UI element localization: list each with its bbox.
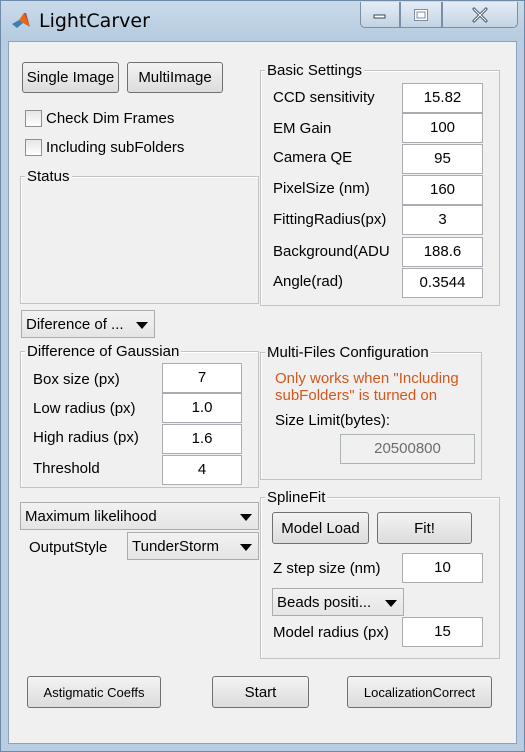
minimize-button[interactable] <box>360 2 400 28</box>
detection-method-dropdown[interactable]: Diference of ... <box>21 310 155 338</box>
ccd-sensitivity-label: CCD sensitivity <box>273 89 375 106</box>
including-subfolders-checkbox[interactable] <box>25 139 42 156</box>
splinefit-title: SplineFit <box>265 489 328 506</box>
ccd-sensitivity-input[interactable]: 15.82 <box>402 83 483 113</box>
output-style-dropdown[interactable]: TunderStorm <box>127 532 259 560</box>
angle-input[interactable]: 0.3544 <box>402 268 483 298</box>
close-icon <box>472 7 488 22</box>
camera-qe-input[interactable]: 95 <box>402 144 483 174</box>
localization-correct-button[interactable]: LocalizationCorrect <box>347 676 492 708</box>
start-button[interactable]: Start <box>212 676 309 708</box>
z-step-size-input[interactable]: 10 <box>402 553 483 583</box>
multi-image-button[interactable]: MultiImage <box>127 62 223 93</box>
fit-button[interactable]: Fit! <box>377 512 472 544</box>
background-label: Background(ADU <box>273 243 390 260</box>
em-gain-input[interactable]: 100 <box>402 113 483 143</box>
model-radius-label: Model radius (px) <box>273 624 389 641</box>
box-size-input[interactable]: 7 <box>162 363 242 393</box>
model-load-button[interactable]: Model Load <box>272 512 369 544</box>
pixel-size-label: PixelSize (nm) <box>273 180 370 197</box>
beads-position-dropdown[interactable]: Beads positi... <box>272 588 404 616</box>
main-panel: Single Image MultiImage Check Dim Frames… <box>8 41 517 744</box>
pixel-size-input[interactable]: 160 <box>402 175 483 205</box>
app-window: LightCarver Single Image MultiImage Chec… <box>0 0 525 752</box>
dog-title: Difference of Gaussian <box>25 343 182 360</box>
astigmatic-coeffs-button[interactable]: Astigmatic Coeffs <box>27 676 161 708</box>
check-dim-frames-label: Check Dim Frames <box>46 110 175 127</box>
maximize-button[interactable] <box>400 2 442 28</box>
threshold-label: Threshold <box>33 460 100 477</box>
output-style-label: OutputStyle <box>29 539 108 556</box>
box-size-label: Box size (px) <box>33 371 120 388</box>
status-title: Status <box>25 168 72 185</box>
single-image-button[interactable]: Single Image <box>22 62 119 93</box>
minimize-icon <box>373 14 386 18</box>
multi-files-note-line2: subFolders" is turned on <box>275 387 438 404</box>
title-bar[interactable]: LightCarver <box>1 1 524 41</box>
including-subfolders-label: Including subFolders <box>46 139 185 156</box>
chevron-down-icon <box>136 322 148 329</box>
high-radius-label: High radius (px) <box>33 429 139 446</box>
model-radius-input[interactable]: 15 <box>402 617 483 647</box>
z-step-size-label: Z step size (nm) <box>273 560 381 577</box>
chevron-down-icon <box>240 544 252 551</box>
fitting-radius-input[interactable]: 3 <box>402 205 483 235</box>
em-gain-label: EM Gain <box>273 120 332 137</box>
low-radius-label: Low radius (px) <box>33 400 136 417</box>
fitting-method-dropdown[interactable]: Maximum likelihood <box>20 502 259 530</box>
low-radius-input[interactable]: 1.0 <box>162 393 242 423</box>
status-panel <box>20 176 259 304</box>
angle-label: Angle(rad) <box>273 273 344 290</box>
beads-position-value: Beads positi... <box>277 594 372 611</box>
output-style-value: TunderStorm <box>132 538 219 555</box>
threshold-input[interactable]: 4 <box>162 455 242 485</box>
multi-files-title: Multi-Files Configuration <box>265 344 431 361</box>
fitting-radius-label: FittingRadius(px) <box>273 211 387 228</box>
chevron-down-icon <box>240 514 252 521</box>
camera-qe-label: Camera QE <box>273 149 353 166</box>
close-button[interactable] <box>442 2 518 28</box>
matlab-logo-icon <box>12 13 30 28</box>
check-dim-frames-checkbox[interactable] <box>25 110 42 127</box>
background-input[interactable]: 188.6 <box>402 237 483 267</box>
high-radius-input[interactable]: 1.6 <box>162 424 242 454</box>
size-limit-input[interactable]: 20500800 <box>340 434 475 464</box>
detection-method-value: Diference of ... <box>26 316 124 333</box>
size-limit-label: Size Limit(bytes): <box>275 412 391 429</box>
basic-settings-title: Basic Settings <box>265 62 365 79</box>
chevron-down-icon <box>385 600 397 607</box>
maximize-icon <box>414 8 428 21</box>
fitting-method-value: Maximum likelihood <box>25 508 157 525</box>
window-title: LightCarver <box>39 10 150 32</box>
